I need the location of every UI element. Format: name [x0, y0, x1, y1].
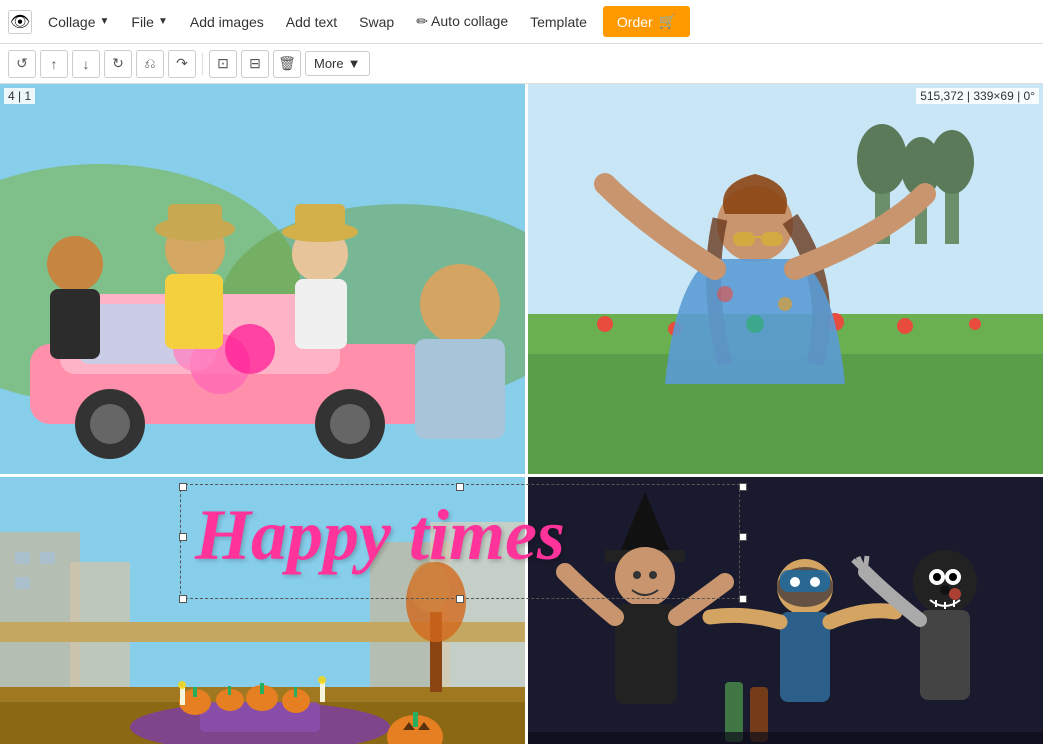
more-caret-icon: ▼ [348, 56, 361, 71]
order-label: Order [617, 14, 653, 30]
eye-button[interactable]: 👁 [8, 10, 32, 34]
redo-btn[interactable]: ↷ [168, 50, 196, 78]
cart-icon: 🛒 [659, 13, 676, 30]
handle-bottom-left[interactable] [179, 595, 187, 603]
undo-btn-2[interactable]: ↑ [40, 50, 68, 78]
photo-grid: HALLOWEEN [0, 84, 1043, 744]
more-button[interactable]: More ▼ [305, 51, 370, 76]
template-button[interactable]: Template [520, 8, 597, 36]
add-images-label: Add images [190, 14, 264, 30]
auto-collage-button[interactable]: ✏ Auto collage [406, 7, 518, 36]
add-text-button[interactable]: Add text [276, 8, 347, 36]
grid-line-vertical [525, 84, 528, 744]
swap-label: Swap [359, 14, 394, 30]
file-menu[interactable]: File ▼ [121, 8, 177, 36]
file-label: File [131, 14, 154, 30]
file-caret: ▼ [158, 16, 168, 27]
template-label: Template [530, 14, 587, 30]
photo-cell-2[interactable] [525, 84, 1043, 474]
add-text-label: Add text [286, 14, 337, 30]
handle-middle-left[interactable] [179, 533, 187, 541]
handle-top-right[interactable] [739, 483, 747, 491]
canvas-area: 4 | 1 515,372 | 339×69 | 0° [0, 84, 1043, 744]
add-images-button[interactable]: Add images [180, 8, 274, 36]
handle-top-middle[interactable] [456, 483, 464, 491]
handle-bottom-middle[interactable] [456, 595, 464, 603]
frame-btn[interactable]: ⊟ [241, 50, 269, 78]
collage-menu[interactable]: Collage ▼ [38, 8, 119, 36]
collage-caret: ▼ [99, 16, 109, 27]
collage-label: Collage [48, 14, 95, 30]
toolbar: ↺ ↑ ↓ ↻ ⎌ ↷ ⊡ ⊟ 🗑 More ▼ [0, 44, 1043, 84]
delete-btn[interactable]: 🗑 [273, 50, 301, 78]
text-selection-box[interactable] [180, 484, 740, 599]
toolbar-separator-1 [202, 53, 203, 75]
undo-btn-4[interactable]: ↻ [104, 50, 132, 78]
menu-bar: 👁 Collage ▼ File ▼ Add images Add text S… [0, 0, 1043, 44]
undo-btn-3[interactable]: ↓ [72, 50, 100, 78]
swap-button[interactable]: Swap [349, 8, 404, 36]
auto-collage-label: ✏ Auto collage [416, 13, 508, 30]
photo-cell-1[interactable] [0, 84, 525, 474]
undo-btn-5[interactable]: ⎌ [136, 50, 164, 78]
order-button[interactable]: Order 🛒 [603, 6, 690, 37]
undo-btn-1[interactable]: ↺ [8, 50, 36, 78]
canvas-info-right: 515,372 | 339×69 | 0° [916, 88, 1039, 104]
handle-top-left[interactable] [179, 483, 187, 491]
handle-middle-right[interactable] [739, 533, 747, 541]
grid-line-horizontal [0, 474, 1043, 477]
more-label: More [314, 56, 344, 71]
canvas-info-left: 4 | 1 [4, 88, 35, 104]
handle-bottom-right[interactable] [739, 595, 747, 603]
crop-btn[interactable]: ⊡ [209, 50, 237, 78]
eye-icon: 👁 [10, 12, 30, 32]
